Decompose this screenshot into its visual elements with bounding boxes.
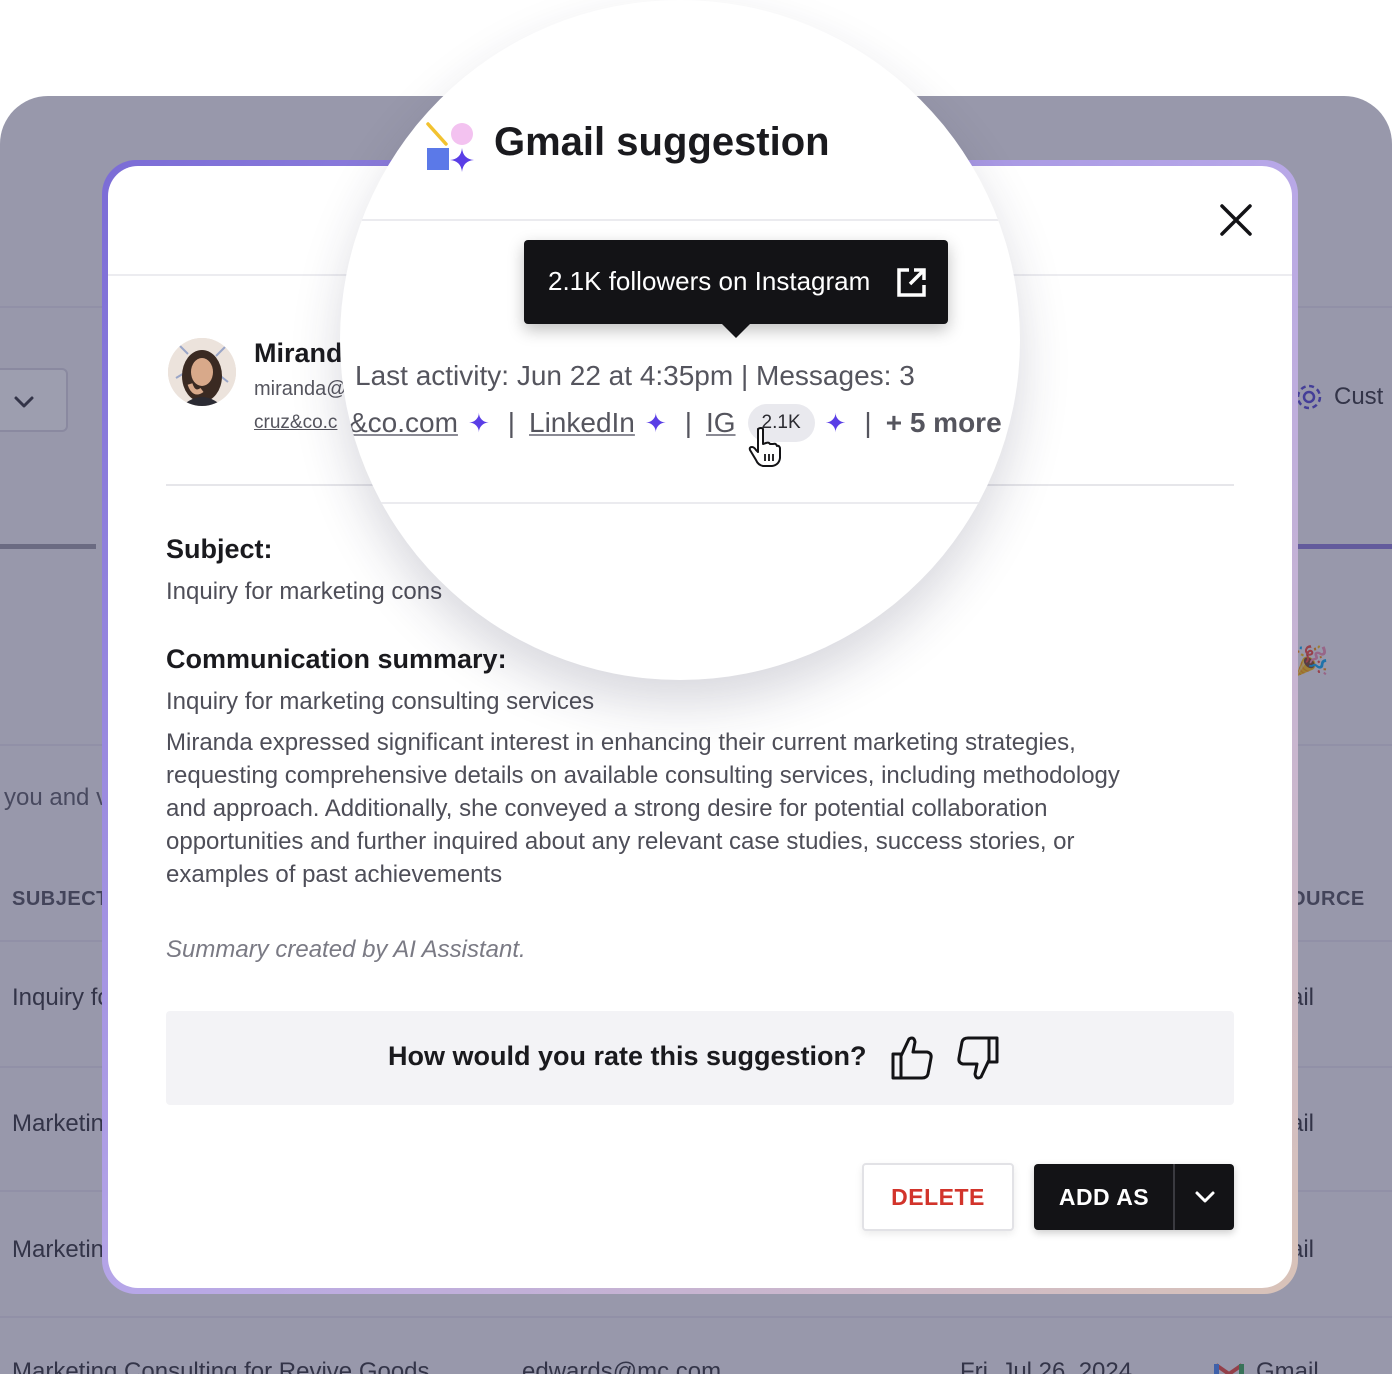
- tooltip-text: 2.1K followers on Instagram: [548, 266, 871, 296]
- instagram-tooltip: 2.1K followers on Instagram: [524, 240, 948, 338]
- thumbs-down-button[interactable]: [956, 1035, 1000, 1083]
- separator: |: [864, 407, 872, 438]
- contact-email: miranda@: [254, 378, 347, 400]
- separator: |: [507, 407, 516, 438]
- add-as-split-button: ADD AS: [1034, 1164, 1234, 1230]
- tooltip-arrow: [720, 322, 752, 338]
- add-as-dropdown-toggle[interactable]: [1175, 1164, 1234, 1230]
- ai-attribution: Summary created by AI Assistant.: [166, 936, 526, 963]
- subject-label: Subject:: [166, 534, 273, 564]
- separator: |: [684, 407, 692, 438]
- lens-header-divider: [340, 219, 1020, 221]
- close-icon: [1220, 204, 1252, 236]
- sparkle-icon: ✦: [467, 407, 490, 438]
- thumbs-up-icon: [891, 1036, 933, 1080]
- sparkle-icon: ✦: [824, 407, 847, 438]
- summary-body: Miranda expressed significant interest i…: [166, 729, 1120, 888]
- add-as-button[interactable]: ADD AS: [1034, 1164, 1174, 1230]
- avatar: [168, 338, 236, 406]
- thumbs-up-button[interactable]: [890, 1033, 934, 1081]
- lens-contact-divider: [340, 502, 1020, 504]
- ai-shapes-icon: [426, 122, 476, 174]
- hand-pointer-cursor-icon: [748, 426, 782, 468]
- instagram-link[interactable]: IG: [706, 407, 736, 439]
- contact-links: &co.com ✦ | LinkedIn ✦ | IG 2.1K ✦ | + 5…: [340, 403, 1002, 443]
- close-button[interactable]: [1216, 200, 1256, 240]
- chevron-down-icon: [1195, 1191, 1214, 1203]
- subject-value: Inquiry for marketing cons: [166, 578, 443, 605]
- magnifier-lens: Gmail suggestion Last activity: Jun 22 a…: [340, 0, 1020, 680]
- modal-title: Gmail suggestion: [494, 120, 830, 164]
- last-activity-text: Last activity: Jun 22 at 4:35pm | Messag…: [355, 360, 915, 391]
- rating-panel: How would you rate this suggestion?: [166, 1011, 1234, 1105]
- thumbs-down-icon: [957, 1036, 999, 1080]
- more-links[interactable]: + 5 more: [886, 407, 1002, 439]
- rating-question: How would you rate this suggestion?: [388, 1041, 867, 1071]
- contact-email-link[interactable]: cruz&co.c: [254, 412, 337, 434]
- linkedin-link[interactable]: LinkedIn: [529, 407, 635, 439]
- summary-title: Inquiry for marketing consulting service…: [166, 688, 595, 715]
- delete-button[interactable]: DELETE: [862, 1163, 1014, 1231]
- contact-name: Mirand: [254, 338, 343, 368]
- domain-link[interactable]: &co.com: [349, 407, 458, 439]
- summary-label: Communication summary:: [166, 644, 507, 674]
- external-link-icon[interactable]: [896, 266, 928, 298]
- sparkle-icon: ✦: [644, 407, 667, 438]
